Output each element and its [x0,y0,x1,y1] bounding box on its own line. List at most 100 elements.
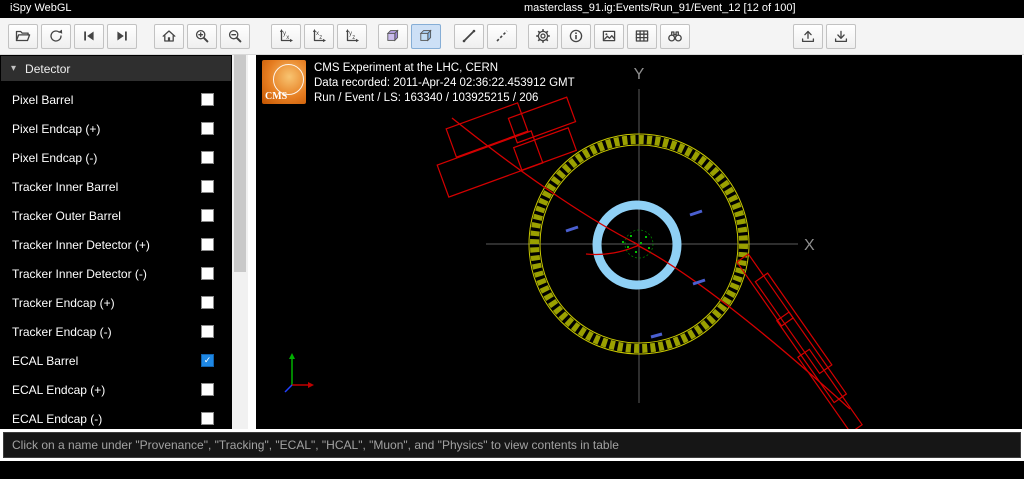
reload-button[interactable] [41,23,71,49]
event-info: CMS Experiment at the LHC, CERN Data rec… [314,61,575,106]
orthographic-cube-icon [418,28,434,44]
item-label: ECAL Endcap (-) [12,411,103,426]
open-file-button[interactable] [8,23,38,49]
toolbar: yx xz yz [0,18,1024,55]
item-label: Tracker Endcap (-) [12,324,112,339]
svg-text:x: x [286,35,289,41]
checkbox[interactable] [201,180,214,193]
checkbox[interactable] [201,93,214,106]
checkbox[interactable] [201,325,214,338]
line-tool-button[interactable] [454,23,484,49]
sidebar-item-ecal-endcap-plus[interactable]: ECAL Endcap (+) [0,375,232,404]
next-event-button[interactable] [107,23,137,49]
zoom-out-icon [227,28,243,44]
sidebar-item-tracker-inner-barrel[interactable]: Tracker Inner Barrel [0,172,232,201]
zoom-in-button[interactable] [187,23,217,49]
table-view-button[interactable] [627,23,657,49]
gear-icon [535,28,551,44]
view-xy-icon: yx [278,28,294,44]
download-icon [833,28,849,44]
sidebar-item-pixel-endcap-minus[interactable]: Pixel Endcap (-) [0,143,232,172]
home-view-button[interactable] [154,23,184,49]
dashed-line-tool-button[interactable] [487,23,517,49]
event-path: masterclass_91.ig:Events/Run_91/Event_12… [524,2,796,14]
sidebar-item-ecal-barrel[interactable]: ECAL Barrel ✓ [0,346,232,375]
sidebar-item-pixel-endcap-plus[interactable]: Pixel Endcap (+) [0,114,232,143]
item-label: ECAL Endcap (+) [12,382,106,397]
item-label: Pixel Endcap (-) [12,150,98,165]
view-yz-button[interactable]: yz [337,23,367,49]
detector-section-label: Detector [25,61,71,76]
axis-label-y: Y [634,66,645,83]
image-icon [601,28,617,44]
item-label: ECAL Barrel [12,353,79,368]
svg-text:z: z [352,35,355,41]
event-info-line-3: Run / Event / LS: 163340 / 103925215 / 2… [314,92,539,104]
event-info-line-2: Data recorded: 2011-Apr-24 02:36:22.4539… [314,77,575,89]
checkbox[interactable] [201,412,214,425]
view-xz-button[interactable]: xz [304,23,334,49]
item-label: Pixel Barrel [12,92,74,107]
view-xz-icon: xz [311,28,327,44]
settings-button[interactable] [528,23,558,49]
sidebar-item-tracker-inner-detector-minus[interactable]: Tracker Inner Detector (-) [0,259,232,288]
checkbox[interactable] [201,151,214,164]
event-display-canvas[interactable]: Y X [256,55,1022,429]
item-label: Tracker Inner Detector (+) [12,237,150,252]
dashed-line-icon [494,28,510,44]
perspective-cube-icon [385,28,401,44]
sidebar-item-tracker-endcap-minus[interactable]: Tracker Endcap (-) [0,317,232,346]
titlebar: iSpy WebGL masterclass_91.ig:Events/Run_… [0,0,1024,18]
sidebar-item-pixel-barrel[interactable]: Pixel Barrel [0,85,232,114]
line-icon [461,28,477,44]
checkbox[interactable] [201,209,214,222]
checkbox[interactable] [201,267,214,280]
checkbox[interactable]: ✓ [201,354,214,367]
sidebar-item-tracker-outer-barrel[interactable]: Tracker Outer Barrel [0,201,232,230]
perspective-view-button[interactable] [378,23,408,49]
sidebar-item-tracker-inner-detector-plus[interactable]: Tracker Inner Detector (+) [0,230,232,259]
event-viewer[interactable]: Y X CMS CMS Experiment at the LHC, CERN … [256,55,1022,429]
svg-text:z: z [319,35,322,41]
checkbox[interactable] [201,383,214,396]
upload-icon [800,28,816,44]
event-info-line-1: CMS Experiment at the LHC, CERN [314,62,499,74]
status-message: Click on a name under "Provenance", "Tra… [12,438,619,452]
view-xy-button[interactable]: yx [271,23,301,49]
zoom-out-button[interactable] [220,23,250,49]
upload-button[interactable] [793,23,823,49]
next-event-icon [114,28,130,44]
download-button[interactable] [826,23,856,49]
info-button[interactable] [561,23,591,49]
checkbox[interactable] [201,122,214,135]
status-bar: Click on a name under "Provenance", "Tra… [3,432,1021,458]
info-icon [568,28,584,44]
bottom-strip [0,461,1024,479]
origin-axes-gizmo [284,353,314,393]
search-button[interactable] [660,23,690,49]
sidebar-item-ecal-endcap-minus[interactable]: ECAL Endcap (-) [0,404,232,429]
open-file-icon [15,28,31,44]
app-title: iSpy WebGL [10,2,72,14]
item-label: Tracker Inner Detector (-) [12,266,147,281]
scrollbar-thumb[interactable] [234,55,246,272]
binoculars-icon [667,28,683,44]
item-label: Tracker Outer Barrel [12,208,121,223]
orthographic-view-button[interactable] [411,23,441,49]
sidebar-scrollbar[interactable] [232,55,248,429]
ispy-webgl-app: iSpy WebGL masterclass_91.ig:Events/Run_… [0,0,1024,479]
reload-icon [48,28,64,44]
item-label: Tracker Inner Barrel [12,179,119,194]
checkbox[interactable] [201,296,214,309]
checkbox[interactable] [201,238,214,251]
previous-event-button[interactable] [74,23,104,49]
cms-logo-text: CMS [265,91,288,102]
zoom-in-icon [194,28,210,44]
detector-section-header[interactable]: ▾ Detector [1,56,231,81]
home-icon [161,28,177,44]
sidebar-item-tracker-endcap-plus[interactable]: Tracker Endcap (+) [0,288,232,317]
screenshot-button[interactable] [594,23,624,49]
view-yz-icon: yz [344,28,360,44]
item-label: Tracker Endcap (+) [12,295,115,310]
red-tracks[interactable] [451,117,851,410]
